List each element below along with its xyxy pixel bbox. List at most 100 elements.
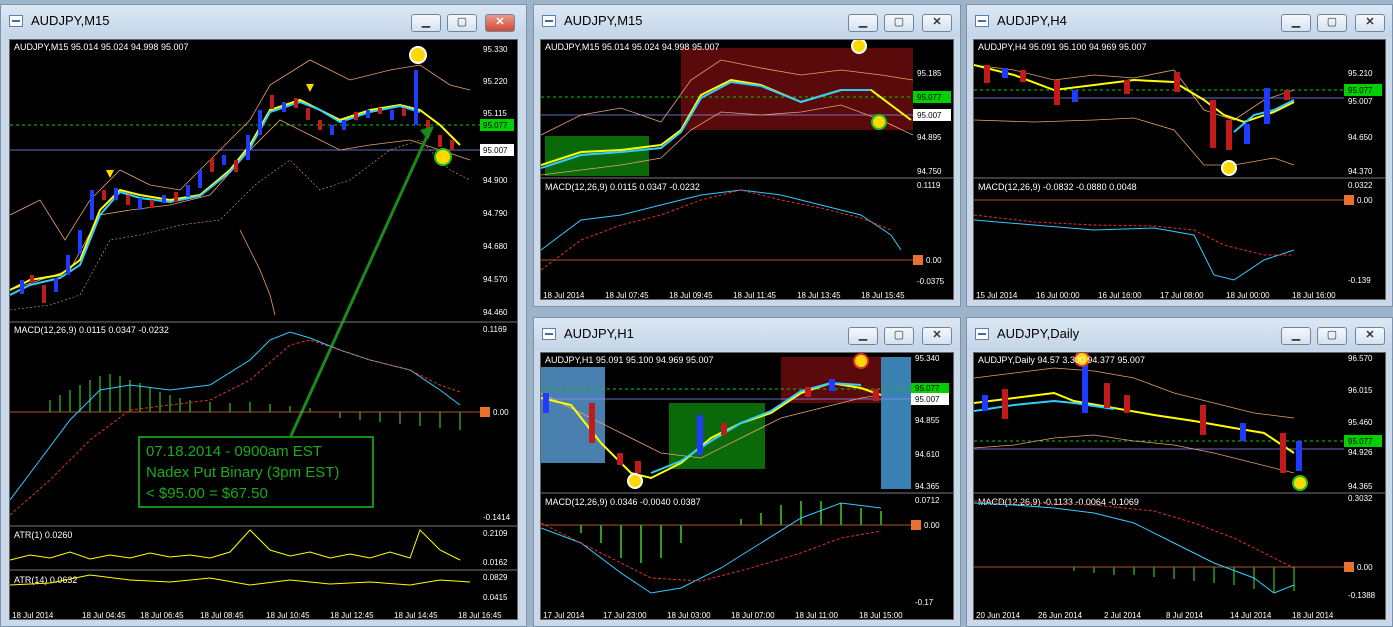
macd-header: MACD(12,26,9) 0.0115 0.0347 -0.0232	[545, 182, 700, 192]
svg-text:94.650: 94.650	[1348, 133, 1373, 142]
chart-canvas[interactable]: AUDJPY,H4 95.091 95.100 94.969 95.007 95…	[974, 40, 1386, 300]
svg-text:18 Jul 15:45: 18 Jul 15:45	[861, 291, 905, 300]
svg-text:94.365: 94.365	[1348, 482, 1373, 491]
svg-text:0.0829: 0.0829	[483, 573, 508, 582]
svg-text:-0.17: -0.17	[915, 598, 934, 607]
window-titlebar[interactable]: AUDJPY,H1 ▁ ▢ ✕	[534, 318, 960, 350]
candles	[20, 70, 454, 303]
svg-text:17 Jul 23:00: 17 Jul 23:00	[603, 611, 647, 620]
chart-header: AUDJPY,H4 95.091 95.100 94.969 95.007	[978, 42, 1146, 52]
svg-text:17 Jul 08:00: 17 Jul 08:00	[1160, 291, 1204, 300]
svg-text:18 Jul 11:00: 18 Jul 11:00	[795, 611, 839, 620]
window-title: AUDJPY,H1	[564, 326, 634, 341]
minimize-button[interactable]: ▁	[1281, 327, 1311, 345]
svg-text:0.0322: 0.0322	[1348, 181, 1373, 190]
svg-text:ATR(1) 0.0260: ATR(1) 0.0260	[14, 530, 72, 540]
maximize-button[interactable]: ▢	[884, 327, 914, 345]
window-title: AUDJPY,H4	[997, 13, 1067, 28]
svg-text:95.185: 95.185	[917, 69, 942, 78]
price-pane: AUDJPY,M15 95.014 95.024 94.998 95.007	[10, 42, 514, 439]
close-button[interactable]: ✕	[485, 14, 515, 32]
svg-text:94.570: 94.570	[483, 275, 508, 284]
chart-window-audjpy-h1[interactable]: AUDJPY,H1 ▁ ▢ ✕ AUDJPY,H1 95.091 95.100 …	[533, 317, 961, 627]
chart-area[interactable]: AUDJPY,M15 95.014 95.024 94.998 95.007 9…	[9, 39, 518, 620]
svg-text:0.0415: 0.0415	[483, 593, 508, 602]
zone-blue-right	[881, 357, 911, 489]
chart-window-icon	[542, 15, 556, 27]
svg-text:95.340: 95.340	[915, 354, 940, 363]
svg-text:0.0712: 0.0712	[915, 496, 940, 505]
chart-area[interactable]: AUDJPY,H1 95.091 95.100 94.969 95.007 95…	[540, 352, 954, 620]
chart-canvas[interactable]: AUDJPY,H1 95.091 95.100 94.969 95.007 95…	[541, 353, 954, 620]
chart-window-icon	[9, 15, 23, 27]
svg-text:94.900: 94.900	[483, 176, 508, 185]
svg-text:95.007: 95.007	[1348, 97, 1373, 106]
close-button[interactable]: ✕	[1355, 14, 1385, 32]
close-button[interactable]: ✕	[922, 14, 952, 32]
svg-text:2 Jul 2014: 2 Jul 2014	[1104, 611, 1141, 620]
svg-text:94.750: 94.750	[917, 167, 942, 176]
chart-area[interactable]: AUDJPY,M15 95.014 95.024 94.998 95.007 9…	[540, 39, 954, 300]
svg-text:14 Jul 2014: 14 Jul 2014	[1230, 611, 1272, 620]
chart-canvas[interactable]: AUDJPY,M15 95.014 95.024 94.998 95.007 9…	[541, 40, 954, 300]
svg-text:15 Jul 2014: 15 Jul 2014	[976, 291, 1018, 300]
svg-text:95.115: 95.115	[483, 109, 507, 118]
chart-window-audjpy-m15[interactable]: AUDJPY,M15 ▁ ▢ ✕ AUDJPY,M15 95.014 95.02…	[533, 4, 961, 307]
window-titlebar[interactable]: AUDJPY,H4 ▁ ▢ ✕	[967, 5, 1392, 37]
svg-text:95.220: 95.220	[483, 77, 508, 86]
window-titlebar[interactable]: AUDJPY,Daily ▁ ▢ ✕	[967, 318, 1392, 350]
svg-text:95.007: 95.007	[915, 395, 940, 404]
svg-text:95.077: 95.077	[915, 384, 940, 393]
chart-area[interactable]: AUDJPY,H4 95.091 95.100 94.969 95.007 95…	[973, 39, 1386, 300]
chart-header: AUDJPY,Daily 94.57 3.300 94.377 95.007	[978, 355, 1145, 365]
svg-text:0.2109: 0.2109	[483, 529, 508, 538]
svg-text:8 Jul 2014: 8 Jul 2014	[1166, 611, 1203, 620]
minimize-button[interactable]: ▁	[411, 14, 441, 32]
svg-text:96.570: 96.570	[1348, 354, 1373, 363]
close-button[interactable]: ✕	[922, 327, 952, 345]
chart-header: AUDJPY,M15 95.014 95.024 94.998 95.007	[14, 42, 188, 52]
svg-text:18 Jul 15:00: 18 Jul 15:00	[859, 611, 903, 620]
atr1-pane: ATR(1) 0.0260 0.2109 0.0162	[10, 529, 508, 567]
down-arrow-icon	[851, 40, 867, 54]
minimize-button[interactable]: ▁	[1281, 14, 1311, 32]
svg-text:0.00: 0.00	[1357, 196, 1373, 205]
chart-header: AUDJPY,H1 95.091 95.100 94.969 95.007	[545, 355, 713, 365]
minimize-button[interactable]: ▁	[848, 14, 878, 32]
svg-text:16 Jul 16:00: 16 Jul 16:00	[1098, 291, 1142, 300]
svg-text:96.015: 96.015	[1348, 386, 1373, 395]
svg-text:0.1169: 0.1169	[483, 325, 507, 334]
maximize-button[interactable]: ▢	[1317, 327, 1347, 345]
svg-text:18 Jul 08:45: 18 Jul 08:45	[200, 611, 244, 620]
window-title: AUDJPY,M15	[564, 13, 643, 28]
close-button[interactable]: ✕	[1355, 327, 1385, 345]
atr14-pane: ATR(14) 0.0632 0.0829 0.0415	[10, 573, 508, 602]
macd-header: MACD(12,26,9) 0.0346 -0.0040 0.0387	[545, 497, 701, 507]
minimize-button[interactable]: ▁	[848, 327, 878, 345]
chart-area[interactable]: AUDJPY,Daily 94.57 3.300 94.377 95.007 9…	[973, 352, 1386, 620]
up-arrow-icon	[627, 473, 643, 489]
chart-header: AUDJPY,M15 95.014 95.024 94.998 95.007	[545, 42, 719, 52]
svg-text:0.0162: 0.0162	[483, 558, 508, 567]
svg-text:95.077: 95.077	[917, 93, 942, 102]
maximize-button[interactable]: ▢	[884, 14, 914, 32]
svg-text:18 Jul 09:45: 18 Jul 09:45	[669, 291, 713, 300]
chart-window-audjpy-m15-main[interactable]: AUDJPY,M15 ▁ ▢ ✕ AUDJPY,M15 95.014 95.02…	[0, 4, 527, 627]
annotation-line-1: 07.18.2014 - 0900am EST	[146, 443, 322, 460]
chart-canvas[interactable]: AUDJPY,Daily 94.57 3.300 94.377 95.007 9…	[974, 353, 1386, 620]
maximize-button[interactable]: ▢	[447, 14, 477, 32]
chart-canvas[interactable]: AUDJPY,M15 95.014 95.024 94.998 95.007 9…	[10, 40, 518, 620]
maximize-button[interactable]: ▢	[1317, 14, 1347, 32]
svg-text:95.077: 95.077	[1348, 86, 1373, 95]
window-titlebar[interactable]: AUDJPY,M15 ▁ ▢ ✕	[1, 5, 526, 37]
chart-window-audjpy-daily[interactable]: AUDJPY,Daily ▁ ▢ ✕ AUDJPY,Daily 94.57 3.…	[966, 317, 1393, 627]
chart-window-audjpy-h4[interactable]: AUDJPY,H4 ▁ ▢ ✕ AUDJPY,H4 95.091 95.100 …	[966, 4, 1393, 307]
svg-text:18 Jul 2014: 18 Jul 2014	[1292, 611, 1334, 620]
svg-text:-0.139: -0.139	[1348, 276, 1371, 285]
up-arrow-icon	[1292, 475, 1308, 491]
svg-text:95.007: 95.007	[917, 111, 942, 120]
svg-text:95.077: 95.077	[1348, 437, 1373, 446]
svg-text:0.00: 0.00	[493, 408, 509, 417]
support-zone	[545, 136, 649, 176]
window-titlebar[interactable]: AUDJPY,M15 ▁ ▢ ✕	[534, 5, 960, 37]
